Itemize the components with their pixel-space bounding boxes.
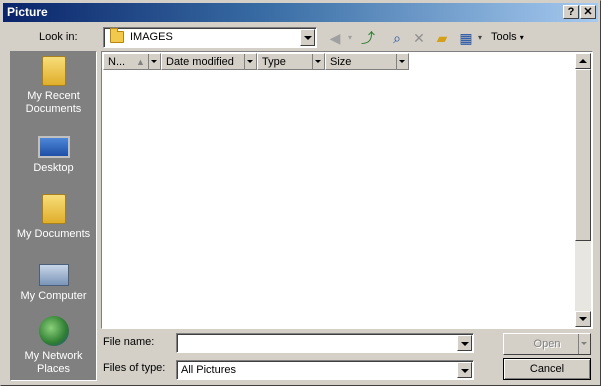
search-web-icon[interactable]: ⌕ — [387, 28, 407, 48]
column-label: Size — [330, 56, 352, 68]
my-documents-icon — [41, 194, 66, 224]
open-dropdown-icon[interactable] — [578, 334, 590, 354]
tools-label: Tools — [491, 31, 517, 43]
place-label: Desktop — [33, 162, 74, 174]
place-my-documents[interactable]: My Documents — [11, 194, 96, 241]
place-desktop[interactable]: Desktop — [11, 132, 96, 175]
tools-menu[interactable]: Tools ▾ — [491, 31, 524, 43]
sort-ascending-icon: ▲ — [136, 57, 145, 67]
place-label: My Network — [24, 350, 83, 362]
look-in-value: IMAGES — [130, 31, 173, 43]
views-icon[interactable]: ▦ — [456, 28, 476, 48]
places-bar: My Recent Documents Desktop My Documents… — [10, 51, 97, 381]
column-label: N... — [108, 56, 126, 68]
column-header-date-modified[interactable]: Date modified — [161, 53, 257, 70]
file-name-label: File name: — [103, 336, 155, 348]
help-button[interactable]: ? — [563, 5, 579, 19]
place-my-network-places[interactable]: My Network Places — [11, 316, 96, 376]
file-name-input[interactable] — [176, 333, 474, 353]
column-dropdown-icon[interactable] — [396, 54, 408, 69]
column-dropdown-icon[interactable] — [312, 54, 324, 69]
place-my-recent-documents[interactable]: My Recent Documents — [11, 56, 96, 116]
scroll-up-button[interactable] — [575, 53, 591, 69]
place-label: My Documents — [16, 228, 91, 240]
close-button[interactable]: ✕ — [580, 5, 596, 19]
window-title: Picture — [7, 5, 48, 19]
column-header-type[interactable]: Type — [257, 53, 325, 70]
title-bar: Picture — [3, 3, 598, 22]
files-of-type-dropdown[interactable]: All Pictures — [176, 360, 474, 380]
open-button[interactable]: Open — [503, 333, 591, 355]
files-of-type-value: All Pictures — [181, 364, 237, 376]
look-in-label: Look in: — [39, 31, 78, 43]
column-dropdown-icon[interactable] — [148, 54, 160, 69]
column-dropdown-icon[interactable] — [244, 54, 256, 69]
column-label: Type — [262, 56, 286, 68]
place-label: Places — [36, 363, 71, 375]
vertical-scrollbar[interactable] — [575, 53, 591, 327]
tools-dropdown-icon: ▾ — [519, 33, 524, 42]
delete-icon[interactable]: ✕ — [409, 28, 429, 48]
look-in-dropdown-arrow[interactable] — [300, 29, 315, 46]
folder-icon — [110, 28, 124, 43]
column-header-name[interactable]: N... ▲ — [103, 53, 161, 70]
files-of-type-dropdown-arrow[interactable] — [457, 362, 472, 378]
views-dropdown-icon[interactable]: ▾ — [475, 28, 485, 48]
place-my-computer[interactable]: My Computer — [11, 258, 96, 303]
new-folder-icon[interactable]: ▰ — [432, 28, 452, 48]
look-in-dropdown[interactable]: IMAGES — [103, 27, 317, 48]
place-label: My Recent — [27, 90, 80, 102]
column-header-size[interactable]: Size — [325, 53, 409, 70]
my-computer-icon — [38, 264, 69, 286]
scroll-down-button[interactable] — [575, 311, 591, 327]
open-button-label: Open — [533, 338, 561, 350]
picture-dialog: Picture ? ✕ Look in: IMAGES ◀ ▾ ⤴ ⌕ ✕ ▰ … — [0, 0, 601, 386]
scroll-thumb[interactable] — [575, 69, 591, 241]
files-of-type-label: Files of type: — [103, 362, 166, 374]
place-label: My Computer — [20, 290, 87, 302]
cancel-button[interactable]: Cancel — [503, 358, 591, 380]
back-dropdown-icon[interactable]: ▾ — [345, 28, 355, 48]
column-label: Date modified — [166, 56, 234, 68]
network-places-icon — [38, 316, 69, 346]
back-icon[interactable]: ◀ — [325, 28, 345, 48]
up-folder-icon[interactable]: ⤴ — [358, 28, 378, 48]
recent-documents-icon — [41, 56, 66, 86]
file-name-dropdown-arrow[interactable] — [457, 335, 472, 351]
desktop-icon — [37, 136, 70, 158]
file-list[interactable]: N... ▲ Date modified Type Size — [101, 51, 593, 329]
place-label: Documents — [25, 103, 82, 115]
